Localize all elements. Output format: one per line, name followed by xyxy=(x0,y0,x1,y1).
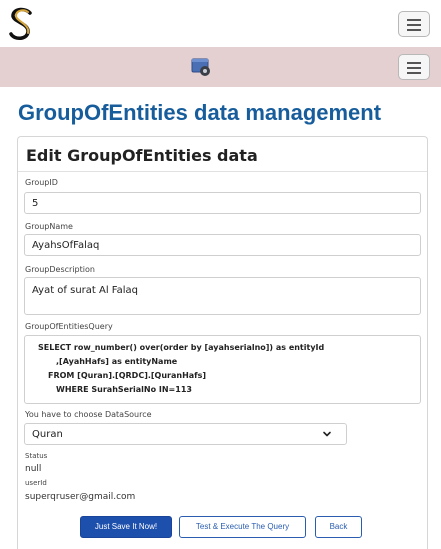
group-name-label: GroupName xyxy=(25,222,73,231)
query-label: GroupOfEntitiesQuery xyxy=(25,322,113,331)
group-id-label: GroupID xyxy=(25,178,58,187)
query-line: ,[AyahHafs] as entityName xyxy=(56,357,178,366)
secondary-menu-toggle-button[interactable] xyxy=(398,54,430,80)
datasource-selected-value: Quran xyxy=(32,429,63,440)
hamburger-line xyxy=(407,72,421,74)
hamburger-line xyxy=(407,29,421,31)
hamburger-line xyxy=(407,19,421,21)
top-navbar xyxy=(0,0,441,47)
save-button[interactable]: Just Save It Now! xyxy=(80,516,172,538)
main-menu-toggle-button[interactable] xyxy=(398,11,430,37)
datasource-label: You have to choose DataSource xyxy=(25,410,152,419)
test-execute-query-button[interactable]: Test & Execute The Query xyxy=(179,516,306,538)
datasource-select[interactable]: Quran xyxy=(24,423,347,445)
secondary-navbar xyxy=(0,47,441,87)
group-description-value: Ayat of surat Al Falaq xyxy=(32,285,139,296)
settings-window-icon[interactable] xyxy=(190,56,212,78)
user-id-value: superqruser@gmail.com xyxy=(25,492,136,502)
group-id-value: 5 xyxy=(32,198,39,209)
group-description-textarea[interactable]: Ayat of surat Al Falaq xyxy=(24,277,421,315)
page-title: GroupOfEntities data management xyxy=(18,100,382,125)
back-button[interactable]: Back xyxy=(315,516,362,538)
hamburger-line xyxy=(407,67,421,69)
group-name-value: AyahsOfFalaq xyxy=(32,240,100,251)
query-line: WHERE SurahSerialNo IN=113 xyxy=(56,385,192,394)
form-title: Edit GroupOfEntities data xyxy=(26,146,258,165)
query-line: FROM [Quran].[QRDC].[QuranHafs] xyxy=(48,371,207,380)
chevron-down-icon xyxy=(323,431,331,437)
group-description-label: GroupDescription xyxy=(25,265,95,274)
brand-logo-icon[interactable] xyxy=(6,6,36,42)
status-value: null xyxy=(25,464,42,474)
group-id-input[interactable]: 5 xyxy=(24,192,421,214)
hamburger-line xyxy=(407,24,421,26)
user-id-label: userId xyxy=(25,479,47,487)
status-label: Status xyxy=(25,452,48,460)
card-divider xyxy=(18,171,427,172)
hamburger-line xyxy=(407,62,421,64)
query-line: SELECT row_number() over(order by [ayahs… xyxy=(38,343,325,352)
query-textarea[interactable]: SELECT row_number() over(order by [ayahs… xyxy=(24,335,421,404)
group-name-input[interactable]: AyahsOfFalaq xyxy=(24,234,421,256)
